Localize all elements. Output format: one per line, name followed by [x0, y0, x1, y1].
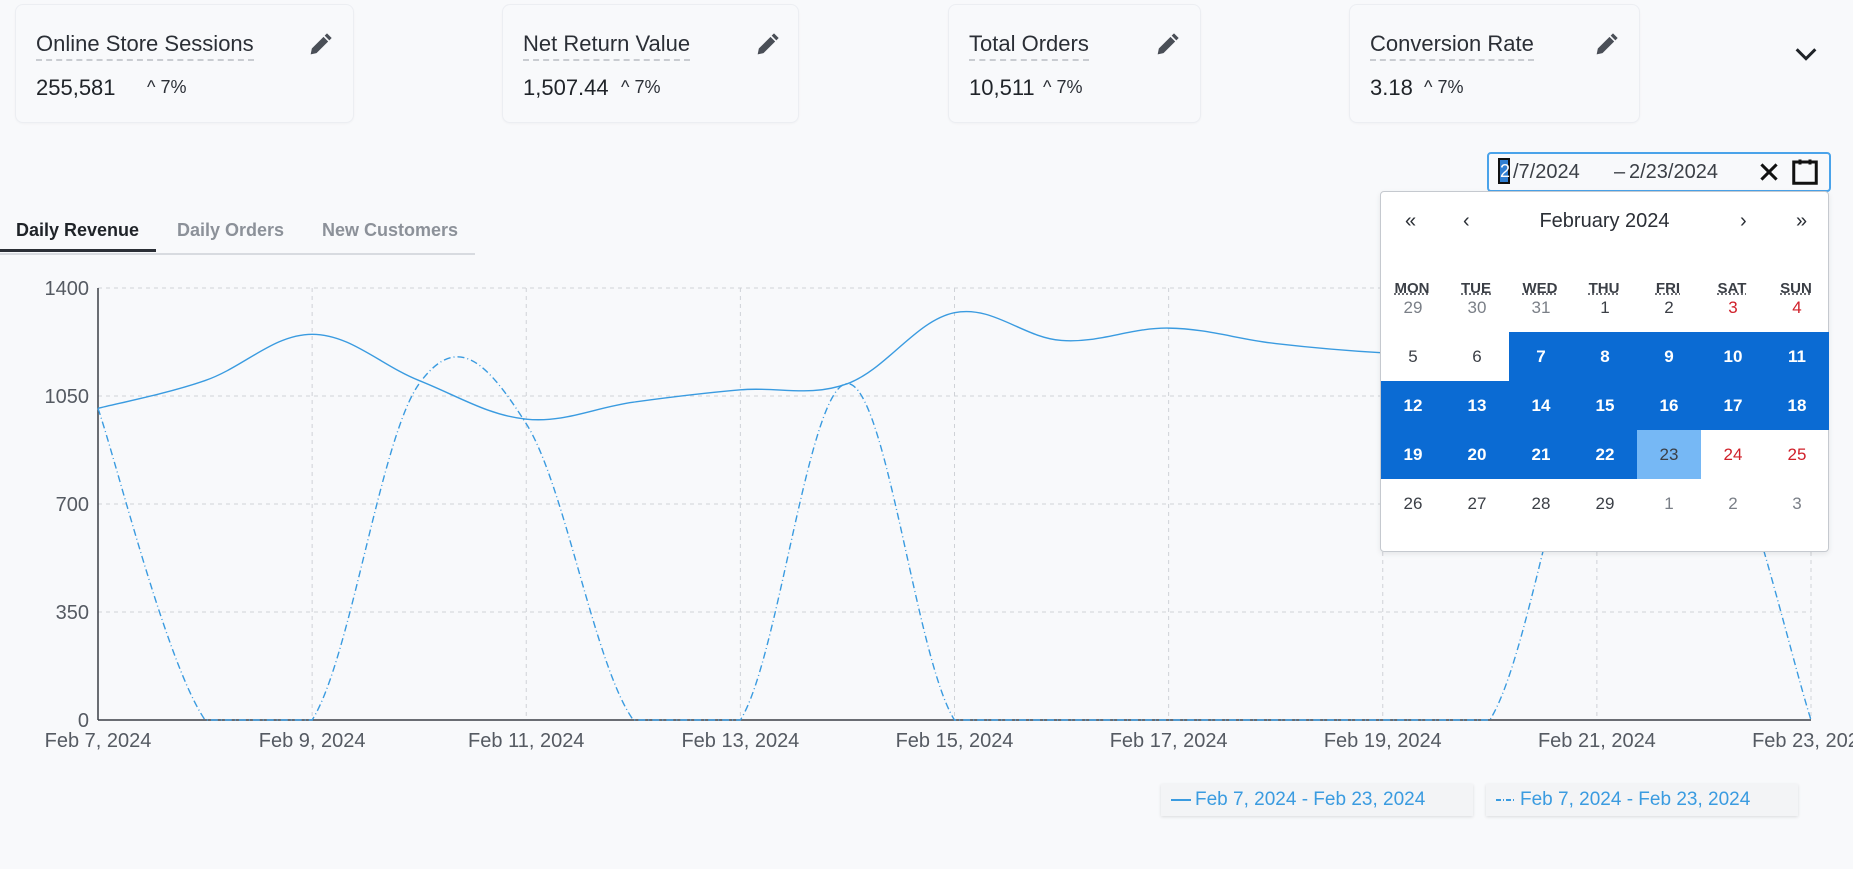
- calendar-day[interactable]: 29: [1381, 283, 1445, 332]
- legend-label: Feb 7, 2024 - Feb 23, 2024: [1195, 789, 1426, 810]
- x-tick-label: Feb 21, 2024: [1538, 730, 1656, 752]
- metric-value: 3.18: [1370, 75, 1413, 100]
- pencil-icon[interactable]: [1592, 31, 1620, 59]
- date-segment-month-text: 2: [1500, 161, 1511, 181]
- legend-item-dashdot[interactable]: Feb 7, 2024 - Feb 23, 2024: [1486, 784, 1798, 816]
- calendar-day[interactable]: 3: [1701, 283, 1765, 332]
- metric-delta: ^ 7%: [147, 77, 187, 97]
- calendar-day[interactable]: 2: [1637, 283, 1701, 332]
- calendar-day[interactable]: 20: [1445, 430, 1509, 479]
- next-month-button[interactable]: ›: [1740, 210, 1747, 233]
- metric-value: 255,581: [36, 75, 116, 100]
- calendar-day[interactable]: 30: [1445, 283, 1509, 332]
- calendar-day[interactable]: 12: [1381, 381, 1445, 430]
- calendar-day[interactable]: 16: [1637, 381, 1701, 430]
- calendar-day[interactable]: 8: [1573, 332, 1637, 381]
- active-tab-indicator: [0, 249, 156, 252]
- date-picker-calendar: « ‹ February 2024 › » MON TUE WED THU FRI SAT…: [1380, 191, 1829, 552]
- calendar-icon[interactable]: [1790, 157, 1820, 187]
- metric-title[interactable]: Online Store Sessions: [36, 31, 254, 61]
- calendar-day[interactable]: 4: [1765, 283, 1829, 332]
- calendar-day[interactable]: 2: [1701, 479, 1765, 528]
- legend-item-solid[interactable]: Feb 7, 2024 - Feb 23, 2024: [1161, 784, 1473, 816]
- calendar-day[interactable]: 1: [1573, 283, 1637, 332]
- calendar-day[interactable]: 24: [1701, 430, 1765, 479]
- calendar-day[interactable]: 18: [1765, 381, 1829, 430]
- metric-title[interactable]: Net Return Value: [523, 31, 691, 61]
- x-tick-label: Feb 23, 2024: [1752, 730, 1853, 752]
- date-separator: –: [1614, 161, 1626, 183]
- x-tick-label: Feb 15, 2024: [896, 730, 1014, 752]
- calendar-day[interactable]: 28: [1509, 479, 1573, 528]
- date-start[interactable]: /7/2024: [1513, 161, 1580, 184]
- close-icon[interactable]: [1756, 159, 1782, 185]
- date-range-input[interactable]: 2 /7/2024 – 2/23/2024: [1487, 152, 1831, 192]
- x-tick-label: Feb 9, 2024: [259, 730, 366, 752]
- x-tick-label: Feb 19, 2024: [1324, 730, 1442, 752]
- calendar-day[interactable]: 23: [1637, 430, 1701, 479]
- metric-value: 10,511: [969, 75, 1035, 100]
- calendar-day[interactable]: 1: [1637, 479, 1701, 528]
- calendar-day[interactable]: 21: [1509, 430, 1573, 479]
- calendar-day[interactable]: 7: [1509, 332, 1573, 381]
- calendar-day[interactable]: 17: [1701, 381, 1765, 430]
- calendar-day[interactable]: 26: [1381, 479, 1445, 528]
- calendar-day[interactable]: 25: [1765, 430, 1829, 479]
- tab-daily-revenue[interactable]: Daily Revenue: [16, 220, 139, 241]
- y-tick-label: 350: [56, 602, 89, 624]
- metric-delta: ^ 7%: [1043, 77, 1083, 97]
- legend-label: Feb 7, 2024 - Feb 23, 2024: [1520, 789, 1751, 810]
- x-tick-label: Feb 7, 2024: [45, 730, 152, 752]
- metric-value: 1,507.44: [523, 75, 609, 100]
- calendar-day[interactable]: 11: [1765, 332, 1829, 381]
- metric-card-total-orders: Total Orders 10,511 ^ 7%: [948, 4, 1201, 123]
- dashdot-line-icon: [1496, 798, 1516, 801]
- calendar-day[interactable]: 31: [1509, 283, 1573, 332]
- metric-card-conversion-rate: Conversion Rate 3.18 ^ 7%: [1349, 4, 1640, 123]
- metric-card-net-return: Net Return Value 1,507.44 ^ 7%: [502, 4, 799, 123]
- x-tick-label: Feb 11, 2024: [468, 730, 584, 752]
- calendar-day[interactable]: 14: [1509, 381, 1573, 430]
- calendar-day[interactable]: 27: [1445, 479, 1509, 528]
- chart-tabs: Daily Revenue Daily Orders New Customers: [0, 212, 475, 255]
- metric-title[interactable]: Total Orders: [969, 31, 1089, 61]
- chevron-down-icon[interactable]: [1792, 40, 1820, 68]
- y-tick-label: 1400: [45, 278, 90, 300]
- calendar-day[interactable]: 15: [1573, 381, 1637, 430]
- calendar-day[interactable]: 5: [1381, 332, 1445, 381]
- calendar-day[interactable]: 29: [1573, 479, 1637, 528]
- x-tick-label: Feb 13, 2024: [681, 730, 799, 752]
- x-tick-label: Feb 17, 2024: [1110, 730, 1228, 752]
- next-year-button[interactable]: »: [1796, 210, 1807, 233]
- y-tick-label: 0: [78, 710, 89, 732]
- metric-title[interactable]: Conversion Rate: [1370, 31, 1534, 61]
- tab-daily-orders[interactable]: Daily Orders: [177, 220, 284, 241]
- calendar-month-title[interactable]: February 2024: [1381, 210, 1828, 233]
- y-tick-label: 1050: [45, 386, 90, 408]
- calendar-day[interactable]: 10: [1701, 332, 1765, 381]
- calendar-day[interactable]: 22: [1573, 430, 1637, 479]
- calendar-day[interactable]: 19: [1381, 430, 1445, 479]
- calendar-day[interactable]: 6: [1445, 332, 1509, 381]
- calendar-day[interactable]: 9: [1637, 332, 1701, 381]
- metric-delta: ^ 7%: [621, 77, 661, 97]
- date-end[interactable]: 2/23/2024: [1629, 161, 1718, 184]
- tab-new-customers[interactable]: New Customers: [322, 220, 458, 241]
- pencil-icon[interactable]: [1153, 31, 1181, 59]
- calendar-day[interactable]: 13: [1445, 381, 1509, 430]
- solid-line-icon: [1171, 798, 1191, 801]
- y-tick-label: 700: [56, 494, 89, 516]
- metric-delta: ^ 7%: [1424, 77, 1464, 97]
- calendar-day[interactable]: 3: [1765, 479, 1829, 528]
- pencil-icon[interactable]: [753, 31, 781, 59]
- metric-card-sessions: Online Store Sessions 255,581 ^ 7%: [15, 4, 354, 123]
- pencil-icon[interactable]: [306, 31, 334, 59]
